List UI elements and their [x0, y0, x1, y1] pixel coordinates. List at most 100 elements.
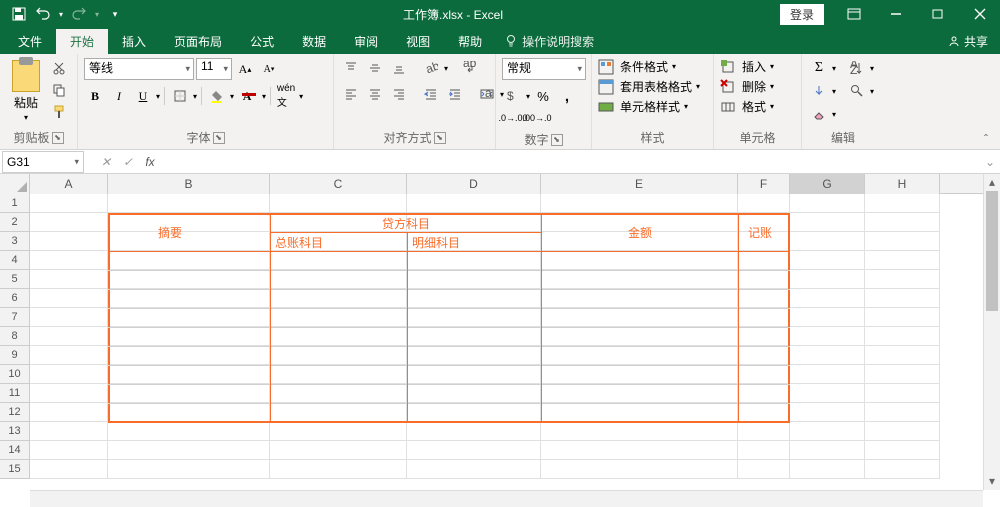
cell[interactable]	[407, 422, 541, 441]
font-size-select[interactable]: 11▾	[196, 58, 232, 80]
row-header-14[interactable]: 14	[0, 441, 30, 460]
cell[interactable]	[541, 251, 738, 270]
fill-color-button[interactable]	[206, 86, 228, 106]
font-color-button[interactable]: A	[236, 86, 258, 106]
align-middle-button[interactable]	[364, 58, 386, 78]
cell[interactable]	[108, 403, 270, 422]
cell[interactable]	[30, 365, 108, 384]
tab-view[interactable]: 视图	[392, 29, 444, 54]
table-format-button[interactable]: 套用表格格式▾	[598, 78, 700, 95]
share-button[interactable]: 共享	[948, 33, 988, 50]
col-header-B[interactable]: B	[108, 174, 270, 194]
cell[interactable]	[865, 365, 940, 384]
cell[interactable]	[30, 327, 108, 346]
cell[interactable]	[407, 308, 541, 327]
cell[interactable]	[270, 460, 407, 479]
login-button[interactable]: 登录	[780, 4, 824, 25]
undo-dropdown[interactable]: ▾	[56, 3, 66, 25]
cell[interactable]	[541, 365, 738, 384]
scroll-thumb[interactable]	[986, 191, 998, 311]
cell[interactable]	[865, 251, 940, 270]
expand-formula-bar[interactable]: ⌄	[980, 155, 1000, 169]
font-dialog-launcher[interactable]: ⬊	[213, 132, 225, 144]
cell[interactable]	[407, 460, 541, 479]
cell[interactable]	[108, 346, 270, 365]
row-header-6[interactable]: 6	[0, 289, 30, 308]
cell[interactable]	[790, 289, 865, 308]
cell[interactable]	[738, 384, 790, 403]
cell[interactable]	[108, 213, 270, 232]
cell[interactable]	[108, 327, 270, 346]
cell[interactable]	[790, 422, 865, 441]
orientation-dropdown[interactable]: ▾	[444, 64, 448, 73]
cut-button[interactable]	[48, 58, 70, 78]
align-right-button[interactable]	[388, 84, 410, 104]
cell[interactable]	[541, 270, 738, 289]
row-header-13[interactable]: 13	[0, 422, 30, 441]
increase-decimal-button[interactable]: .0→.00	[502, 108, 524, 128]
tab-file[interactable]: 文件	[4, 29, 56, 54]
italic-button[interactable]: I	[108, 86, 130, 106]
tab-formulas[interactable]: 公式	[236, 29, 288, 54]
cell[interactable]	[270, 441, 407, 460]
delete-cells-button[interactable]: 删除▾	[720, 78, 774, 95]
enter-formula-button[interactable]: ✓	[118, 152, 138, 172]
decrease-decimal-button[interactable]: .00→.0	[526, 108, 548, 128]
increase-font-button[interactable]: A▴	[234, 59, 256, 79]
cell[interactable]	[108, 308, 270, 327]
cell[interactable]	[270, 327, 407, 346]
cell[interactable]	[790, 441, 865, 460]
decrease-font-button[interactable]: A▾	[258, 59, 280, 79]
cell[interactable]	[30, 289, 108, 308]
number-dialog-launcher[interactable]: ⬊	[551, 134, 563, 146]
cell[interactable]	[865, 346, 940, 365]
currency-button[interactable]: $	[502, 86, 524, 106]
cell[interactable]	[790, 251, 865, 270]
row-header-12[interactable]: 12	[0, 403, 30, 422]
row-header-1[interactable]: 1	[0, 194, 30, 213]
cell[interactable]	[407, 403, 541, 422]
select-all-button[interactable]	[0, 174, 30, 194]
increase-indent-button[interactable]	[444, 84, 466, 104]
row-header-8[interactable]: 8	[0, 327, 30, 346]
col-header-F[interactable]: F	[738, 174, 790, 194]
cell[interactable]	[541, 327, 738, 346]
cell[interactable]	[541, 384, 738, 403]
comma-button[interactable]: ,	[556, 86, 578, 106]
cell[interactable]	[30, 441, 108, 460]
cell[interactable]	[108, 194, 270, 213]
cell[interactable]	[407, 441, 541, 460]
cell[interactable]	[108, 289, 270, 308]
cell[interactable]	[30, 213, 108, 232]
find-select-button[interactable]	[846, 81, 868, 101]
clear-button[interactable]	[808, 104, 830, 124]
undo-button[interactable]	[32, 3, 54, 25]
cell[interactable]	[30, 384, 108, 403]
cell[interactable]	[407, 289, 541, 308]
minimize-button[interactable]	[876, 0, 916, 28]
cell[interactable]	[738, 308, 790, 327]
font-color-dropdown[interactable]: ▾	[262, 92, 266, 101]
cell[interactable]	[738, 422, 790, 441]
cell[interactable]	[108, 365, 270, 384]
orientation-button[interactable]: ab	[420, 58, 442, 78]
cell[interactable]	[865, 213, 940, 232]
sort-filter-button[interactable]: AZ	[846, 58, 868, 78]
tab-pagelayout[interactable]: 页面布局	[160, 29, 236, 54]
cell[interactable]	[541, 194, 738, 213]
cell[interactable]	[407, 365, 541, 384]
cell[interactable]	[108, 441, 270, 460]
cell[interactable]	[865, 460, 940, 479]
col-header-E[interactable]: E	[541, 174, 738, 194]
cell[interactable]	[108, 270, 270, 289]
cell[interactable]	[407, 384, 541, 403]
cell[interactable]	[541, 441, 738, 460]
clipboard-dialog-launcher[interactable]: ⬊	[52, 132, 64, 144]
cell[interactable]	[790, 403, 865, 422]
cell[interactable]	[865, 403, 940, 422]
cell[interactable]	[270, 194, 407, 213]
underline-button[interactable]: U	[132, 86, 154, 106]
insert-function-button[interactable]: fx	[140, 152, 160, 172]
cell[interactable]	[865, 289, 940, 308]
cell[interactable]	[738, 251, 790, 270]
